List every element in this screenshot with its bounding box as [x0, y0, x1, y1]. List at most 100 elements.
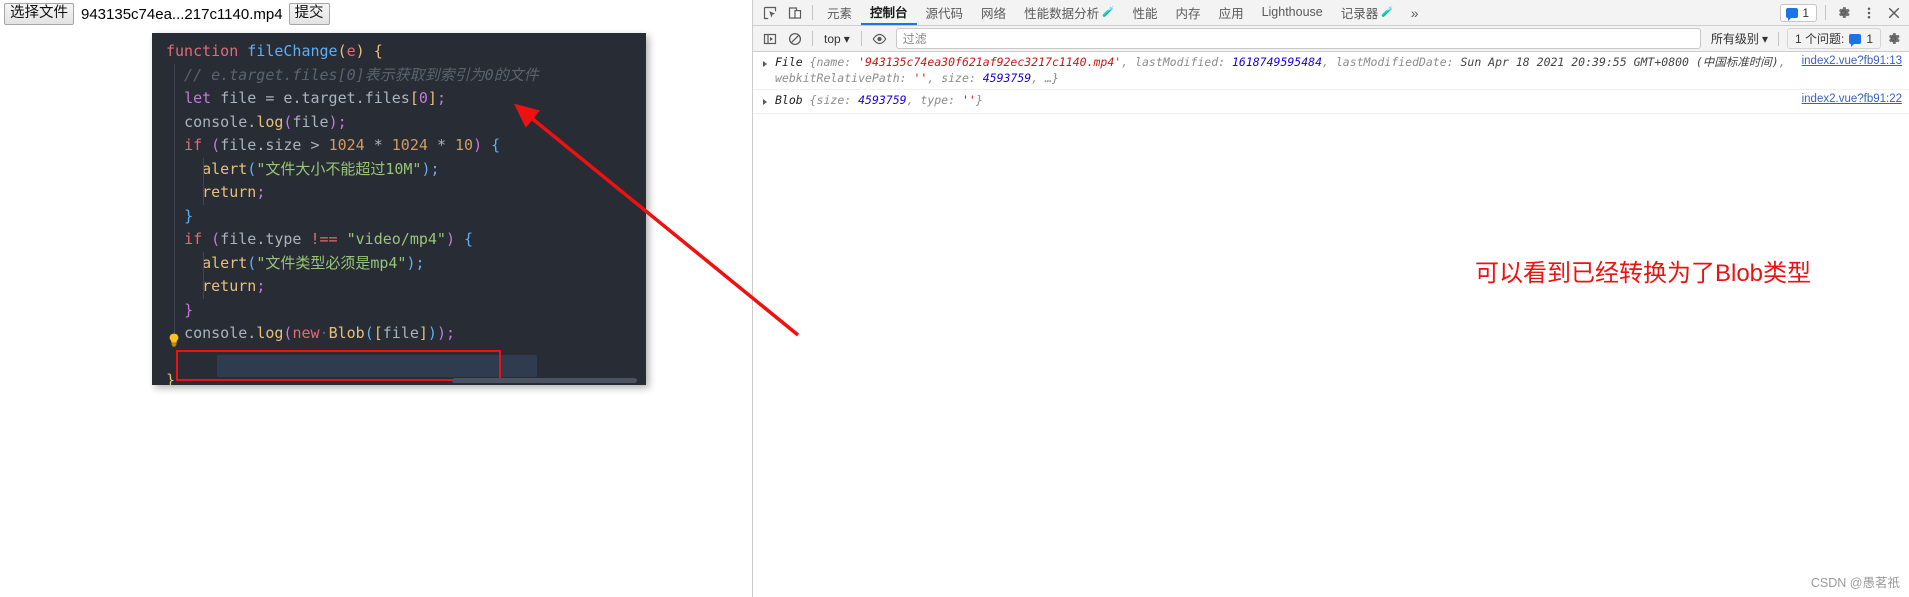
code-token: ;: [256, 183, 266, 201]
tab-recorder[interactable]: 记录器 🧪: [1332, 0, 1403, 25]
code-token: fileChange: [247, 42, 338, 60]
tab-application[interactable]: 应用: [1210, 0, 1253, 25]
file-upload-form: 选择文件 943135c74ea...217c1140.mp4 提交: [4, 3, 330, 25]
code-line: if (file.type !== "video/mp4") {: [152, 228, 646, 252]
code-token: (: [364, 324, 374, 342]
console-log-segment: '': [913, 70, 928, 85]
code-token: alert: [202, 253, 248, 272]
code-token: ·: [319, 324, 329, 342]
lightbulb-hint-icon[interactable]: [168, 333, 180, 347]
code-token: ): [427, 324, 437, 342]
expand-triangle-icon[interactable]: [763, 99, 767, 105]
issues-counter[interactable]: 1 个问题: 1: [1786, 28, 1881, 49]
tab-elements[interactable]: 元素: [818, 0, 861, 25]
code-token: return: [202, 277, 257, 295]
code-editor: function fileChange(e) { // e.target.fil…: [152, 33, 646, 385]
chevron-down-icon: ▾: [1761, 31, 1768, 46]
tab-label: 源代码: [925, 6, 964, 21]
code-token: ): [445, 230, 455, 248]
code-token: *: [373, 136, 383, 154]
console-log-entry[interactable]: Blob {size: 4593759, type: ''} index2.vue…: [753, 90, 1909, 114]
code-token: {: [491, 136, 501, 154]
more-tabs-icon[interactable]: »: [1403, 5, 1427, 21]
issues-badge-count: 1: [1802, 5, 1809, 20]
code-token: {: [373, 42, 383, 60]
console-log-entry[interactable]: File {name: '943135c74ea30f621af92ec3217…: [753, 52, 1909, 90]
code-token: .: [355, 89, 365, 107]
console-log-segment: }: [975, 93, 983, 107]
code-token: ): [436, 324, 446, 342]
console-log-source-link[interactable]: index2.vue?fb91:13: [1802, 54, 1902, 70]
code-token: {: [464, 230, 474, 248]
code-token: files: [364, 89, 410, 107]
code-token: (: [211, 230, 221, 248]
console-log-segment: , size:: [927, 70, 983, 85]
expand-triangle-icon[interactable]: [763, 61, 767, 67]
console-log-segment: 4593759: [982, 70, 1032, 85]
console-log-segment: Blob: [775, 93, 810, 107]
console-log-segment: 4593759: [858, 93, 907, 107]
tab-performance[interactable]: 性能: [1124, 0, 1167, 25]
code-token: alert: [202, 159, 248, 178]
code-token: }: [184, 300, 194, 319]
tab-network[interactable]: 网络: [972, 0, 1015, 25]
log-level-select[interactable]: 所有级别 ▾: [1705, 28, 1774, 49]
tab-sources[interactable]: 源代码: [917, 0, 973, 25]
console-log-source-link[interactable]: index2.vue?fb91:22: [1802, 92, 1902, 108]
code-token: }: [184, 206, 194, 225]
submit-button[interactable]: 提交: [288, 3, 330, 25]
tab-label: 记录器: [1340, 6, 1379, 21]
console-filter-input[interactable]: 过滤: [895, 28, 1701, 49]
code-token: "文件大小不能超过10M": [256, 159, 422, 178]
more-options-kebab-icon[interactable]: [1856, 2, 1881, 24]
code-line: alert("文件大小不能超过10M");: [152, 157, 646, 182]
console-sidebar-toggle-icon[interactable]: [757, 28, 782, 50]
code-horizontal-scrollbar[interactable]: [452, 378, 637, 383]
code-token: file: [382, 324, 419, 342]
code-token: .: [256, 136, 266, 154]
issues-counter-value: 1: [1866, 31, 1873, 46]
execution-context-select[interactable]: top ▾: [818, 30, 856, 48]
toggle-device-toolbar-icon[interactable]: [782, 2, 807, 24]
code-token: ;: [337, 112, 347, 131]
clear-console-icon[interactable]: [782, 28, 807, 50]
code-line: console.log(new·Blob([file]));: [152, 322, 646, 346]
inspect-element-icon[interactable]: [757, 2, 782, 24]
settings-gear-icon[interactable]: [1831, 2, 1856, 24]
live-expression-eye-icon[interactable]: [867, 28, 892, 50]
console-log-segment: '': [961, 93, 976, 107]
issues-badge-button[interactable]: 1: [1780, 3, 1817, 22]
experiment-flask-icon: 🧪: [1381, 6, 1394, 18]
tab-console[interactable]: 控制台: [861, 0, 917, 25]
code-token: .: [247, 324, 257, 342]
code-token: if: [184, 136, 203, 154]
tab-memory[interactable]: 内存: [1167, 0, 1210, 25]
console-log-segment: {name:: [809, 55, 859, 69]
code-screenshot: function fileChange(e) { // e.target.fil…: [152, 33, 646, 385]
code-token: file: [220, 89, 257, 107]
tab-label: Lighthouse: [1261, 5, 1323, 19]
code-token: if: [184, 230, 203, 248]
tab-label: 网络: [981, 6, 1007, 21]
code-token: .: [256, 230, 266, 248]
console-settings-gear-icon[interactable]: [1881, 28, 1906, 50]
code-token: ;: [430, 159, 440, 178]
code-token: >: [310, 136, 320, 154]
tab-lighthouse[interactable]: Lighthouse: [1253, 0, 1332, 25]
tab-performance-insights[interactable]: 性能数据分析 🧪: [1015, 0, 1123, 25]
close-devtools-icon[interactable]: [1881, 2, 1906, 24]
code-token: let: [184, 89, 212, 107]
choose-file-button[interactable]: 选择文件: [4, 3, 74, 25]
tab-label: 内存: [1175, 6, 1201, 21]
devtools-tabbar: 元素 控制台 源代码 网络 性能数据分析 🧪 性能 内存 应用 Lighthou…: [753, 0, 1909, 26]
console-message-list[interactable]: File {name: '943135c74ea30f621af92ec3217…: [753, 52, 1909, 597]
